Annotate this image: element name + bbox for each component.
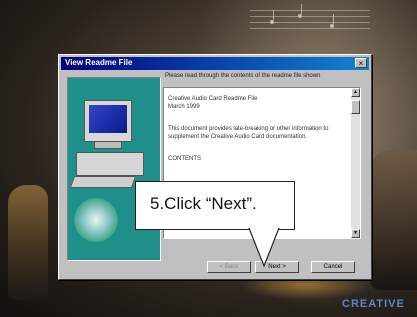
- scroll-down-arrow-icon[interactable]: ▼: [351, 229, 360, 238]
- dialog-title: View Readme File: [65, 58, 133, 67]
- close-button[interactable]: ×: [355, 58, 367, 68]
- keyboard-icon: [69, 176, 137, 188]
- readme-line: supplement the Creative Audio Card docum…: [168, 134, 308, 140]
- readme-line: This document provides late-breaking or …: [168, 126, 329, 132]
- view-readme-dialog: View Readme File × Please read through t…: [58, 54, 372, 280]
- vertical-scrollbar[interactable]: ▲ ▼: [351, 88, 360, 238]
- computer-case-icon: [76, 152, 144, 176]
- creative-logo: CREATIVE: [342, 298, 405, 310]
- monitor-stand: [94, 141, 122, 149]
- readme-line: March 1999: [168, 104, 200, 110]
- instruction-text: Please read through the contents of the …: [165, 73, 321, 79]
- close-icon: ×: [358, 59, 364, 68]
- setup-illustration-panel: [67, 77, 161, 261]
- music-staff-decoration: [250, 4, 370, 46]
- scroll-thumb[interactable]: [351, 100, 360, 114]
- cancel-button[interactable]: Cancel: [311, 261, 355, 273]
- warrior-figure-right: [370, 150, 417, 290]
- computer-monitor-icon: [84, 100, 132, 142]
- readme-line: Creative Audio Card Readme File: [168, 96, 258, 102]
- cd-disc-icon: [74, 198, 118, 242]
- readme-line: CONTENTS: [168, 156, 201, 162]
- scroll-up-arrow-icon[interactable]: ▲: [351, 88, 360, 97]
- callout-pointer-arrow: [248, 228, 280, 268]
- callout-text: 5.Click “Next”.: [150, 194, 257, 213]
- instruction-callout: 5.Click “Next”.: [135, 181, 295, 230]
- warrior-figure-left: [8, 185, 48, 300]
